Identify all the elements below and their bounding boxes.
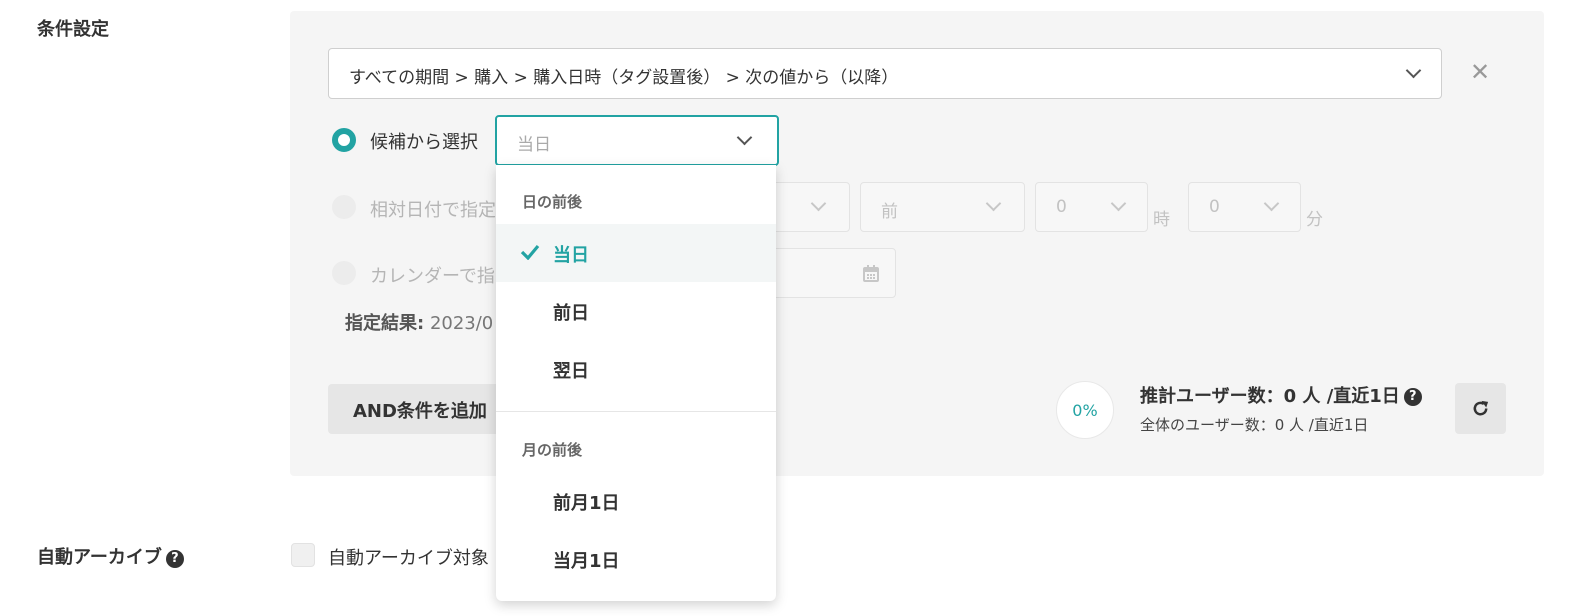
candidate-select[interactable]: 当日: [495, 115, 779, 166]
total-users-text: 全体のユーザー数：0 人 /直近1日: [1140, 416, 1369, 434]
minute-select[interactable]: 0: [1188, 182, 1301, 232]
radio-candidate-label: 候補から選択: [370, 132, 478, 153]
chevron-down-icon: [1110, 195, 1127, 212]
specified-result-label: 指定結果:: [345, 313, 425, 334]
option-label: 前月1日: [553, 493, 620, 514]
option-this-month-first[interactable]: 当月1日: [496, 530, 776, 588]
option-prev-month-first[interactable]: 前月1日: [496, 472, 776, 530]
add-and-condition-label: AND条件を追加: [353, 401, 487, 422]
refresh-button[interactable]: [1455, 383, 1506, 434]
estimated-users-text: 推計ユーザー数：0 人 /直近1日: [1140, 386, 1400, 407]
specified-result: 指定結果: 2023/0: [345, 309, 493, 335]
condition-path-text: すべての期間 > 購入 > 購入日時（タグ設置後） > 次の値から（以降）: [349, 68, 899, 88]
check-icon: [520, 244, 540, 260]
condition-settings-label: 条件設定: [37, 19, 109, 40]
auto-archive-checkbox[interactable]: [291, 543, 315, 567]
chevron-down-icon: [810, 195, 827, 212]
estimate-percent-circle: 0%: [1056, 381, 1114, 439]
hour-value: 0: [1056, 197, 1067, 217]
radio-relative[interactable]: [332, 195, 356, 219]
radio-calendar[interactable]: [332, 261, 356, 285]
minute-value: 0: [1209, 197, 1220, 217]
calendar-input[interactable]: [760, 248, 896, 298]
radio-candidate[interactable]: [332, 128, 356, 152]
add-and-condition-button[interactable]: AND条件を追加: [328, 384, 518, 434]
option-today[interactable]: 当日: [496, 224, 776, 282]
condition-path-select[interactable]: すべての期間 > 購入 > 購入日時（タグ設置後） > 次の値から（以降）: [328, 48, 1442, 99]
specified-result-value: 2023/0: [429, 313, 494, 334]
estimated-users: 推計ユーザー数：0 人 /直近1日?: [1140, 382, 1422, 408]
dropdown-divider: [496, 411, 776, 412]
help-icon[interactable]: ?: [165, 550, 184, 568]
option-previous-day[interactable]: 前日: [496, 282, 776, 340]
chevron-down-icon: [736, 129, 753, 146]
refresh-icon: [1473, 400, 1489, 416]
calendar-icon: [863, 265, 879, 282]
option-next-day[interactable]: 翌日: [496, 340, 776, 398]
auto-archive-label-text: 自動アーカイブ: [37, 547, 162, 568]
option-label: 前日: [553, 303, 589, 324]
minute-unit: 分: [1306, 210, 1323, 230]
relative-direction-value: 前: [881, 202, 898, 222]
hour-select[interactable]: 0: [1035, 182, 1148, 232]
auto-archive-checkbox-label: 自動アーカイブ対象: [328, 548, 489, 569]
dropdown-group-month: 月の前後: [522, 441, 583, 459]
candidate-dropdown-menu: 日の前後 当日 前日 翌日 月の前後 前月1日 当月1日: [496, 165, 776, 601]
close-icon[interactable]: ✕: [1470, 60, 1490, 84]
auto-archive-label: 自動アーカイブ?: [37, 543, 184, 569]
hour-unit: 時: [1153, 210, 1170, 230]
relative-direction-select[interactable]: 前: [860, 182, 1025, 232]
chevron-down-icon: [985, 195, 1002, 212]
help-icon[interactable]: ?: [1403, 388, 1422, 406]
chevron-down-icon: [1405, 62, 1422, 79]
candidate-select-value: 当日: [517, 135, 551, 155]
radio-relative-label: 相対日付で指定: [370, 200, 496, 221]
option-label: 当日: [553, 245, 589, 266]
chevron-down-icon: [1263, 195, 1280, 212]
estimate-percent: 0%: [1072, 401, 1098, 420]
option-label: 当月1日: [553, 551, 620, 572]
radio-calendar-label: カレンダーで指: [370, 266, 495, 287]
option-label: 翌日: [553, 361, 589, 382]
dropdown-group-day: 日の前後: [522, 193, 583, 211]
